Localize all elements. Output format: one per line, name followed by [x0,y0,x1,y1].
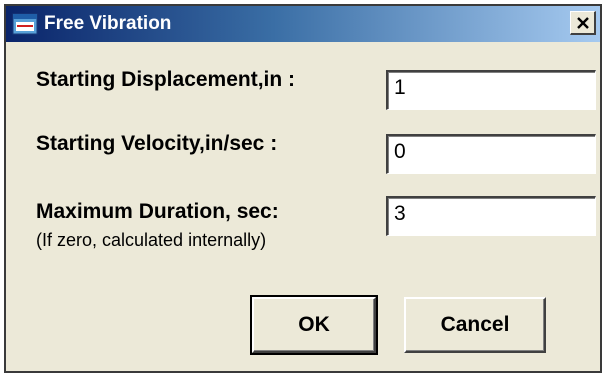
maximum-duration-input[interactable]: 3 [386,196,596,236]
starting-displacement-input[interactable]: 1 [386,70,596,110]
close-button[interactable] [570,11,596,35]
app-icon [12,13,38,35]
free-vibration-dialog: Free Vibration Starting Displacement,in … [4,4,602,373]
maximum-duration-label: Maximum Duration, sec: [36,200,279,223]
maximum-duration-note: (If zero, calculated internally) [36,230,267,250]
window-title: Free Vibration [44,13,172,34]
starting-displacement-label: Starting Displacement,in : [36,68,296,91]
starting-velocity-label: Starting Velocity,in/sec : [36,132,278,155]
ok-button[interactable]: OK [250,295,378,355]
cancel-button[interactable]: Cancel [404,297,546,353]
title-bar[interactable]: Free Vibration [6,6,600,42]
starting-velocity-input[interactable]: 0 [386,134,596,174]
close-icon [576,16,590,30]
